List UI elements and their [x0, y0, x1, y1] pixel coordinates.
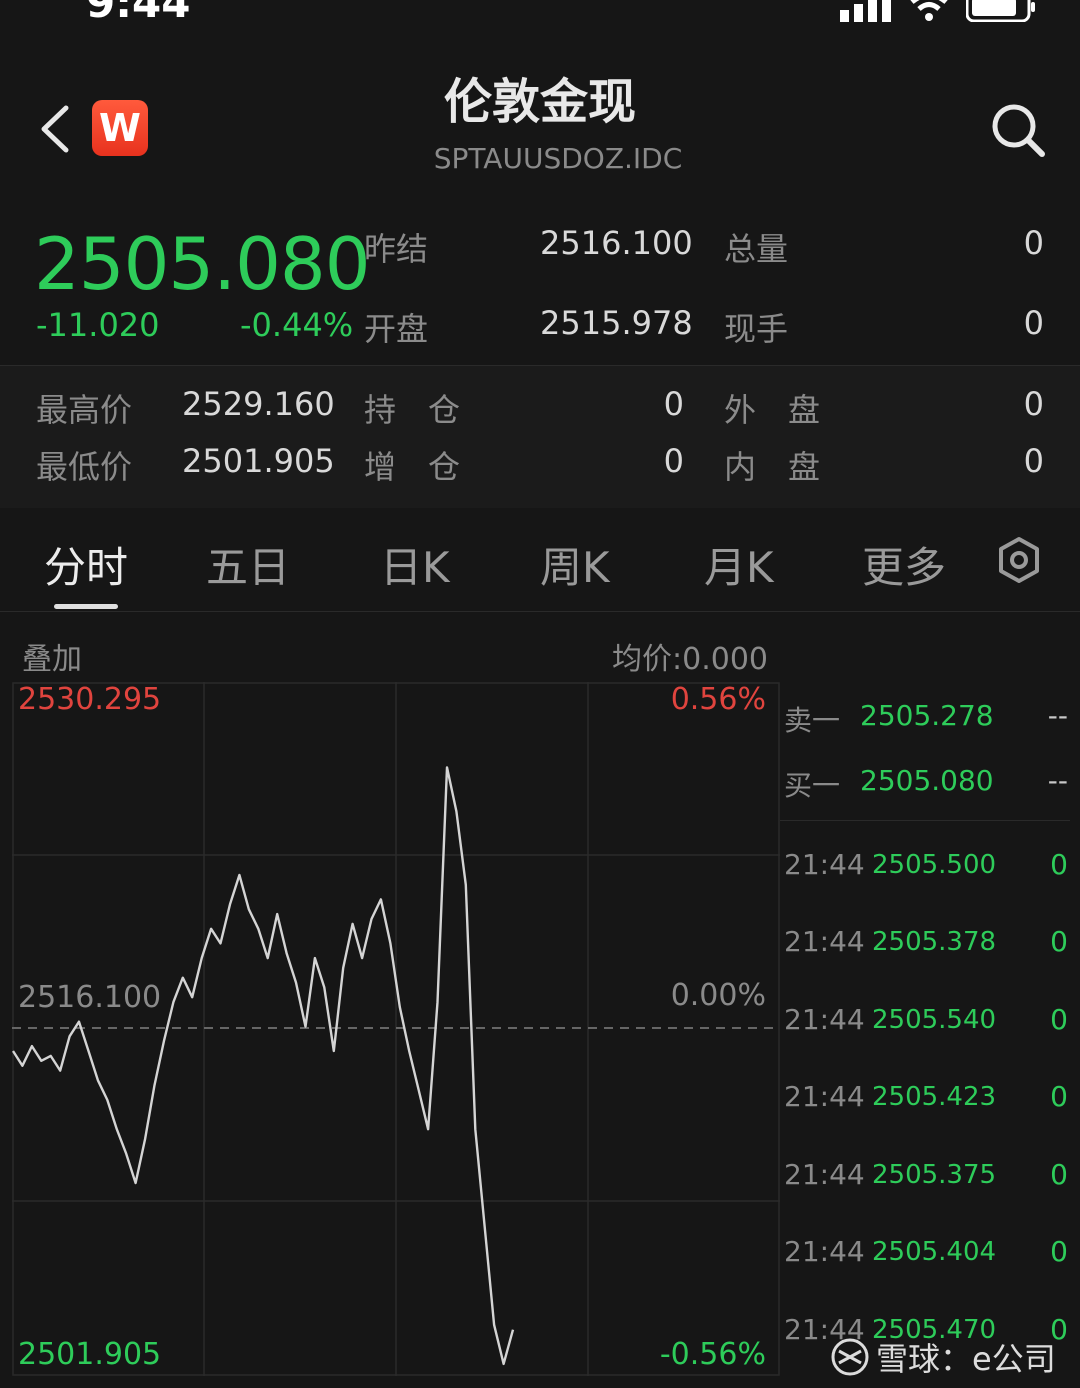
pct-axis-bottom-label: -0.56%: [659, 1337, 766, 1372]
high-label: 最高价: [36, 391, 133, 429]
tab-daily-k[interactable]: 日K: [380, 534, 450, 595]
outer-volume-value: 0: [1023, 385, 1044, 423]
price-change-pct: -0.44%: [240, 306, 354, 344]
tab-weekly-k[interactable]: 周K: [540, 534, 610, 595]
trade-price: 2505.423: [872, 1082, 997, 1112]
search-icon[interactable]: [990, 100, 1046, 160]
trade-volume: 0: [1050, 1080, 1068, 1113]
signal-icon: [840, 0, 891, 22]
trade-volume: 0: [1050, 925, 1068, 958]
intraday-chart: [12, 682, 780, 1376]
trade-price: 2505.375: [872, 1160, 997, 1190]
stats-panel: [0, 366, 1080, 508]
tab-five-day[interactable]: 五日: [206, 534, 290, 595]
status-icons: [840, 0, 1036, 22]
wifi-icon: [910, 0, 948, 21]
trade-price: 2505.404: [872, 1237, 997, 1267]
y-axis-bottom-label: 2501.905: [18, 1337, 162, 1372]
low-label: 最低价: [36, 448, 133, 486]
trade-time: 21:44: [784, 1235, 865, 1268]
trade-price: 2505.378: [872, 927, 997, 957]
trade-time: 21:44: [784, 848, 865, 881]
bid-label: 买一: [784, 769, 841, 802]
trade-time: 21:44: [784, 925, 865, 958]
prev-settle-value: 2516.100: [540, 224, 693, 262]
active-tab-indicator: [54, 604, 118, 609]
current-hand-label: 现手: [724, 310, 789, 348]
order-book-divider: [780, 820, 1070, 821]
page-title: 伦敦金现: [443, 74, 636, 130]
low-value: 2501.905: [182, 442, 335, 480]
trade-volume: 0: [1050, 1158, 1068, 1191]
bid-price: 2505.080: [860, 764, 994, 797]
status-time: 9:44: [86, 0, 191, 27]
pct-axis-top-label: 0.56%: [670, 682, 766, 717]
ticker-code: SPTAUUSDOZ.IDC: [433, 142, 683, 175]
ask-price: 2505.278: [860, 699, 994, 732]
price-line: [12, 766, 515, 1366]
tab-monthly-k[interactable]: 月K: [704, 534, 774, 595]
battery-icon: [966, 0, 1035, 22]
trade-time: 21:44: [784, 1158, 865, 1191]
trade-price: 2505.540: [872, 1005, 997, 1035]
trade-volume: 0: [1050, 848, 1068, 881]
open-value: 2515.978: [540, 304, 693, 342]
trade-time: 21:44: [784, 1003, 865, 1036]
watermark-text: 雪球：e公司: [876, 1340, 1056, 1378]
y-axis-top-label: 2530.295: [18, 682, 162, 717]
open-label: 开盘: [364, 310, 429, 348]
trade-volume: 0: [1050, 1003, 1068, 1036]
average-price-label: 均价:0.000: [612, 642, 768, 677]
trade-volume: 0: [1050, 1235, 1068, 1268]
overlay-button[interactable]: 叠加: [22, 634, 82, 678]
settings-icon[interactable]: [996, 536, 1042, 584]
xueqiu-logo-icon: [831, 1338, 869, 1376]
tab-more[interactable]: 更多: [862, 534, 946, 595]
pct-axis-mid-label: 0.00%: [670, 978, 766, 1013]
inner-volume-label: 内 盘: [724, 448, 821, 486]
inner-volume-value: 0: [1023, 442, 1044, 480]
total-volume-value: 0: [1023, 224, 1044, 262]
ask-volume: --: [1047, 699, 1068, 732]
high-value: 2529.160: [182, 385, 335, 423]
current-price: 2505.080: [34, 222, 371, 306]
divider: [0, 365, 1080, 366]
prev-settle-label: 昨结: [364, 230, 429, 268]
outer-volume-label: 外 盘: [724, 391, 821, 429]
tab-intraday[interactable]: 分时: [44, 534, 128, 595]
open-interest-value: 0: [663, 385, 684, 423]
ask-label: 卖一: [784, 704, 841, 737]
divider: [0, 611, 1080, 612]
total-volume-label: 总量: [724, 230, 789, 268]
y-axis-mid-label: 2516.100: [18, 980, 162, 1015]
bid-volume: --: [1047, 764, 1068, 797]
watermark: 雪球：e公司: [830, 1334, 1056, 1380]
oi-change-value: 0: [663, 442, 684, 480]
oi-change-label: 增 仓: [364, 448, 461, 486]
price-change: -11.020: [36, 306, 160, 344]
trade-time: 21:44: [784, 1080, 865, 1113]
current-hand-value: 0: [1023, 304, 1044, 342]
trade-price: 2505.500: [872, 850, 997, 880]
open-interest-label: 持 仓: [364, 391, 461, 429]
